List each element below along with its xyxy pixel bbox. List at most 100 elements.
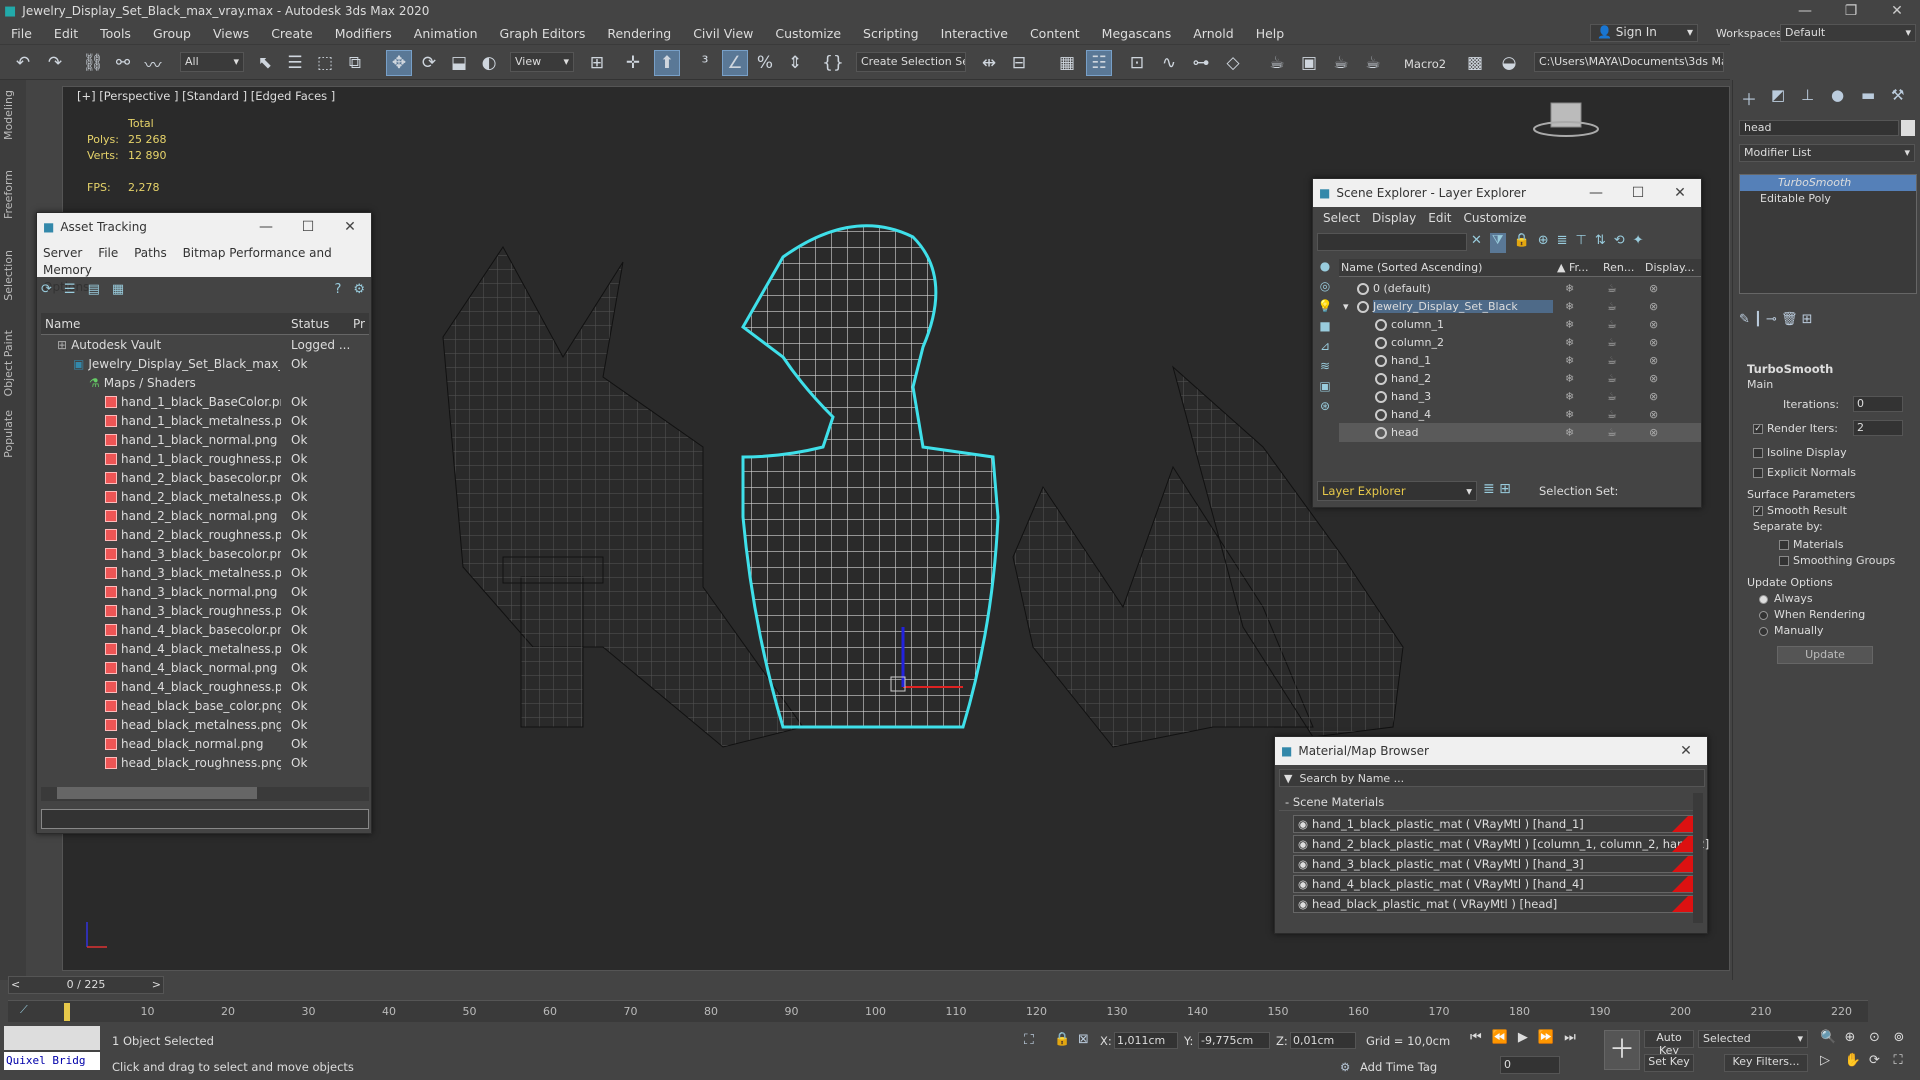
maximize-button[interactable]: ☐ — [287, 219, 329, 235]
menu-group[interactable]: Group — [142, 26, 202, 41]
col-freeze[interactable]: ▲ Fr... — [1557, 261, 1589, 274]
when-rendering-radio[interactable]: When Rendering — [1759, 608, 1865, 621]
renderable-icon[interactable]: ☕ — [1607, 390, 1617, 403]
frame-window-icon[interactable]: ▣ — [1296, 50, 1322, 76]
menu-modifiers[interactable]: Modifiers — [324, 26, 403, 41]
settings-icon[interactable]: ⚙ — [353, 282, 365, 297]
menu-create[interactable]: Create — [260, 26, 324, 41]
visibility-eye-icon[interactable] — [1375, 372, 1387, 385]
grid-toggle-icon[interactable]: ▩ — [1462, 50, 1488, 76]
z-coordinate-field[interactable]: 0,01cm — [1290, 1032, 1356, 1049]
display-icon[interactable]: ⊗ — [1649, 336, 1658, 349]
hierarchy-tab-icon[interactable]: ⊥ — [1801, 86, 1814, 104]
material-item[interactable]: ◉ hand_3_black_plastic_mat ( VRayMtl ) [h… — [1293, 855, 1697, 873]
time-cursor[interactable] — [64, 1003, 70, 1021]
menu-arnold[interactable]: Arnold — [1182, 26, 1244, 41]
display-icon[interactable]: ⊗ — [1649, 426, 1658, 439]
add-time-tag[interactable]: Add Time Tag — [1360, 1060, 1437, 1074]
set-key-big-icon[interactable]: ＋ — [1604, 1030, 1640, 1070]
smoothing-groups-checkbox[interactable]: Smoothing Groups — [1779, 554, 1895, 567]
x-coordinate-field[interactable]: 1,011cm — [1114, 1032, 1178, 1049]
explorer-type-dropdown[interactable]: Layer Explorer ▾ — [1317, 481, 1477, 501]
menu-content[interactable]: Content — [1019, 26, 1091, 41]
ref-coord-dropdown[interactable]: View ▾ — [510, 52, 574, 72]
menu-server[interactable]: Server — [43, 246, 82, 260]
material-v-scrollbar[interactable] — [1693, 793, 1703, 923]
manipulate-icon[interactable]: ⬆ — [654, 50, 680, 76]
menu-customize[interactable]: Customize — [1464, 211, 1527, 225]
asset-row[interactable]: hand_2_black_metalness.png Ok — [41, 487, 369, 506]
material-search-input[interactable]: ▼ Search by Name ... — [1279, 769, 1705, 787]
field-of-view-icon[interactable]: ▷ — [1820, 1053, 1843, 1074]
layer-explorer-icon[interactable]: ☷ — [1086, 50, 1112, 76]
render-iterative-icon[interactable]: ☕ — [1360, 50, 1386, 76]
asset-h-scrollbar[interactable] — [41, 787, 369, 801]
display-icon[interactable]: ⊗ — [1649, 318, 1658, 331]
iterations-spinner[interactable]: 0 — [1853, 396, 1903, 412]
key-selection-dropdown[interactable]: Selected ▾ — [1698, 1030, 1808, 1048]
col-status[interactable]: Status — [291, 317, 329, 331]
select-scale-icon[interactable]: ⬓ — [446, 50, 472, 76]
menu-views[interactable]: Views — [202, 26, 260, 41]
prev-frame-icon[interactable]: ⏪ — [1492, 1030, 1508, 1050]
modify-tab-icon[interactable]: ◩ — [1771, 86, 1785, 104]
display-icon[interactable]: ⊗ — [1649, 390, 1658, 403]
asset-row[interactable]: hand_4_black_metalness.png Ok — [41, 639, 369, 658]
undo-icon[interactable]: ↶ — [10, 50, 36, 76]
pan-icon[interactable]: ✋ — [1845, 1053, 1868, 1074]
expand-icon[interactable]: ▾ — [1343, 300, 1357, 313]
menu-display[interactable]: Display — [1372, 211, 1416, 225]
create-tab-icon[interactable]: ＋ — [1741, 86, 1757, 110]
manually-radio[interactable]: Manually — [1759, 624, 1824, 637]
selection-set-dropdown[interactable]: Create Selection Se▾ — [856, 52, 966, 72]
close-button[interactable]: ✕ — [329, 219, 371, 235]
menu-tools[interactable]: Tools — [89, 26, 142, 41]
menu-file[interactable]: File — [0, 26, 43, 41]
freeze-icon[interactable]: ❄ — [1565, 282, 1574, 295]
redo-icon[interactable]: ↷ — [42, 50, 68, 76]
renderable-icon[interactable]: ☕ — [1607, 300, 1617, 313]
lights-filter-icon[interactable]: 💡 — [1318, 299, 1333, 313]
stack-tools[interactable]: ✎ ┃ ⊸ 🗑 ⊞ — [1739, 312, 1917, 327]
thumbnail-icon[interactable]: ▤ — [88, 282, 100, 297]
layer-tools-icon[interactable]: ≣ — [1557, 233, 1568, 253]
asset-row[interactable]: hand_1_black_roughness.p... Ok — [41, 449, 369, 468]
menu-civil-view[interactable]: Civil View — [682, 26, 764, 41]
minimize-button[interactable]: — — [1782, 0, 1828, 22]
render-icon[interactable]: ☕ — [1328, 50, 1354, 76]
window-crossing-icon[interactable]: ⧉ — [342, 50, 368, 76]
visibility-eye-icon[interactable] — [1357, 282, 1369, 295]
maxscript-listener[interactable] — [4, 1026, 100, 1050]
isolate-selection-icon[interactable]: ⛶ — [1024, 1032, 1034, 1048]
stack-item-editable-poly[interactable]: Editable Poly — [1740, 191, 1916, 207]
menu-scripting[interactable]: Scripting — [852, 26, 930, 41]
maximize-button[interactable]: ☐ — [1617, 185, 1659, 201]
modifier-list-dropdown[interactable]: Modifier List ▾ — [1739, 144, 1915, 162]
menu-bitmap-performance[interactable]: Bitmap Performance and Memory — [43, 246, 332, 277]
place-icon[interactable]: ◐ — [476, 50, 502, 76]
viewcube[interactable] — [1533, 102, 1599, 137]
display-icon[interactable]: ⊗ — [1649, 408, 1658, 421]
object-color-swatch[interactable] — [1901, 120, 1915, 136]
scene-row-jewelry-display-set-black[interactable]: ▾ Jewelry_Display_Set_Black ❄ ☕ ⊗ — [1339, 297, 1701, 316]
ribbon-tab-freeform[interactable]: Freeform — [2, 170, 15, 219]
go-to-start-icon[interactable]: ⏮ — [1470, 1030, 1482, 1050]
angle-snap-icon[interactable]: ∠ — [722, 50, 748, 76]
renderable-icon[interactable]: ☕ — [1607, 372, 1617, 385]
display-icon[interactable]: ⊗ — [1649, 300, 1658, 313]
ribbon-tab-object-paint[interactable]: Object Paint — [2, 330, 15, 397]
scene-row-column-1[interactable]: column_1 ❄ ☕ ⊗ — [1339, 315, 1701, 334]
project-path-dropdown[interactable]: C:\Users\MAYA\Documents\3ds Max 2020▾ — [1534, 52, 1724, 72]
visibility-eye-icon[interactable] — [1375, 336, 1387, 349]
col-name[interactable]: Name — [45, 317, 80, 331]
update-button[interactable]: Update — [1777, 646, 1873, 664]
time-tag-icon[interactable]: ⚙ — [1340, 1060, 1350, 1074]
asset-row[interactable]: hand_3_black_basecolor.png Ok — [41, 544, 369, 563]
scene-row-hand-3[interactable]: hand_3 ❄ ☕ ⊗ — [1339, 387, 1701, 406]
set-key-button[interactable]: Set Key — [1644, 1054, 1694, 1072]
bones-filter-icon[interactable]: ⊛ — [1320, 399, 1330, 413]
asset-row[interactable]: hand_3_black_normal.png Ok — [41, 582, 369, 601]
zoom-icon[interactable]: 🔍 — [1820, 1030, 1843, 1051]
asset-row[interactable]: hand_1_black_normal.png Ok — [41, 430, 369, 449]
scene-explorer-icon[interactable]: ▦ — [1054, 50, 1080, 76]
